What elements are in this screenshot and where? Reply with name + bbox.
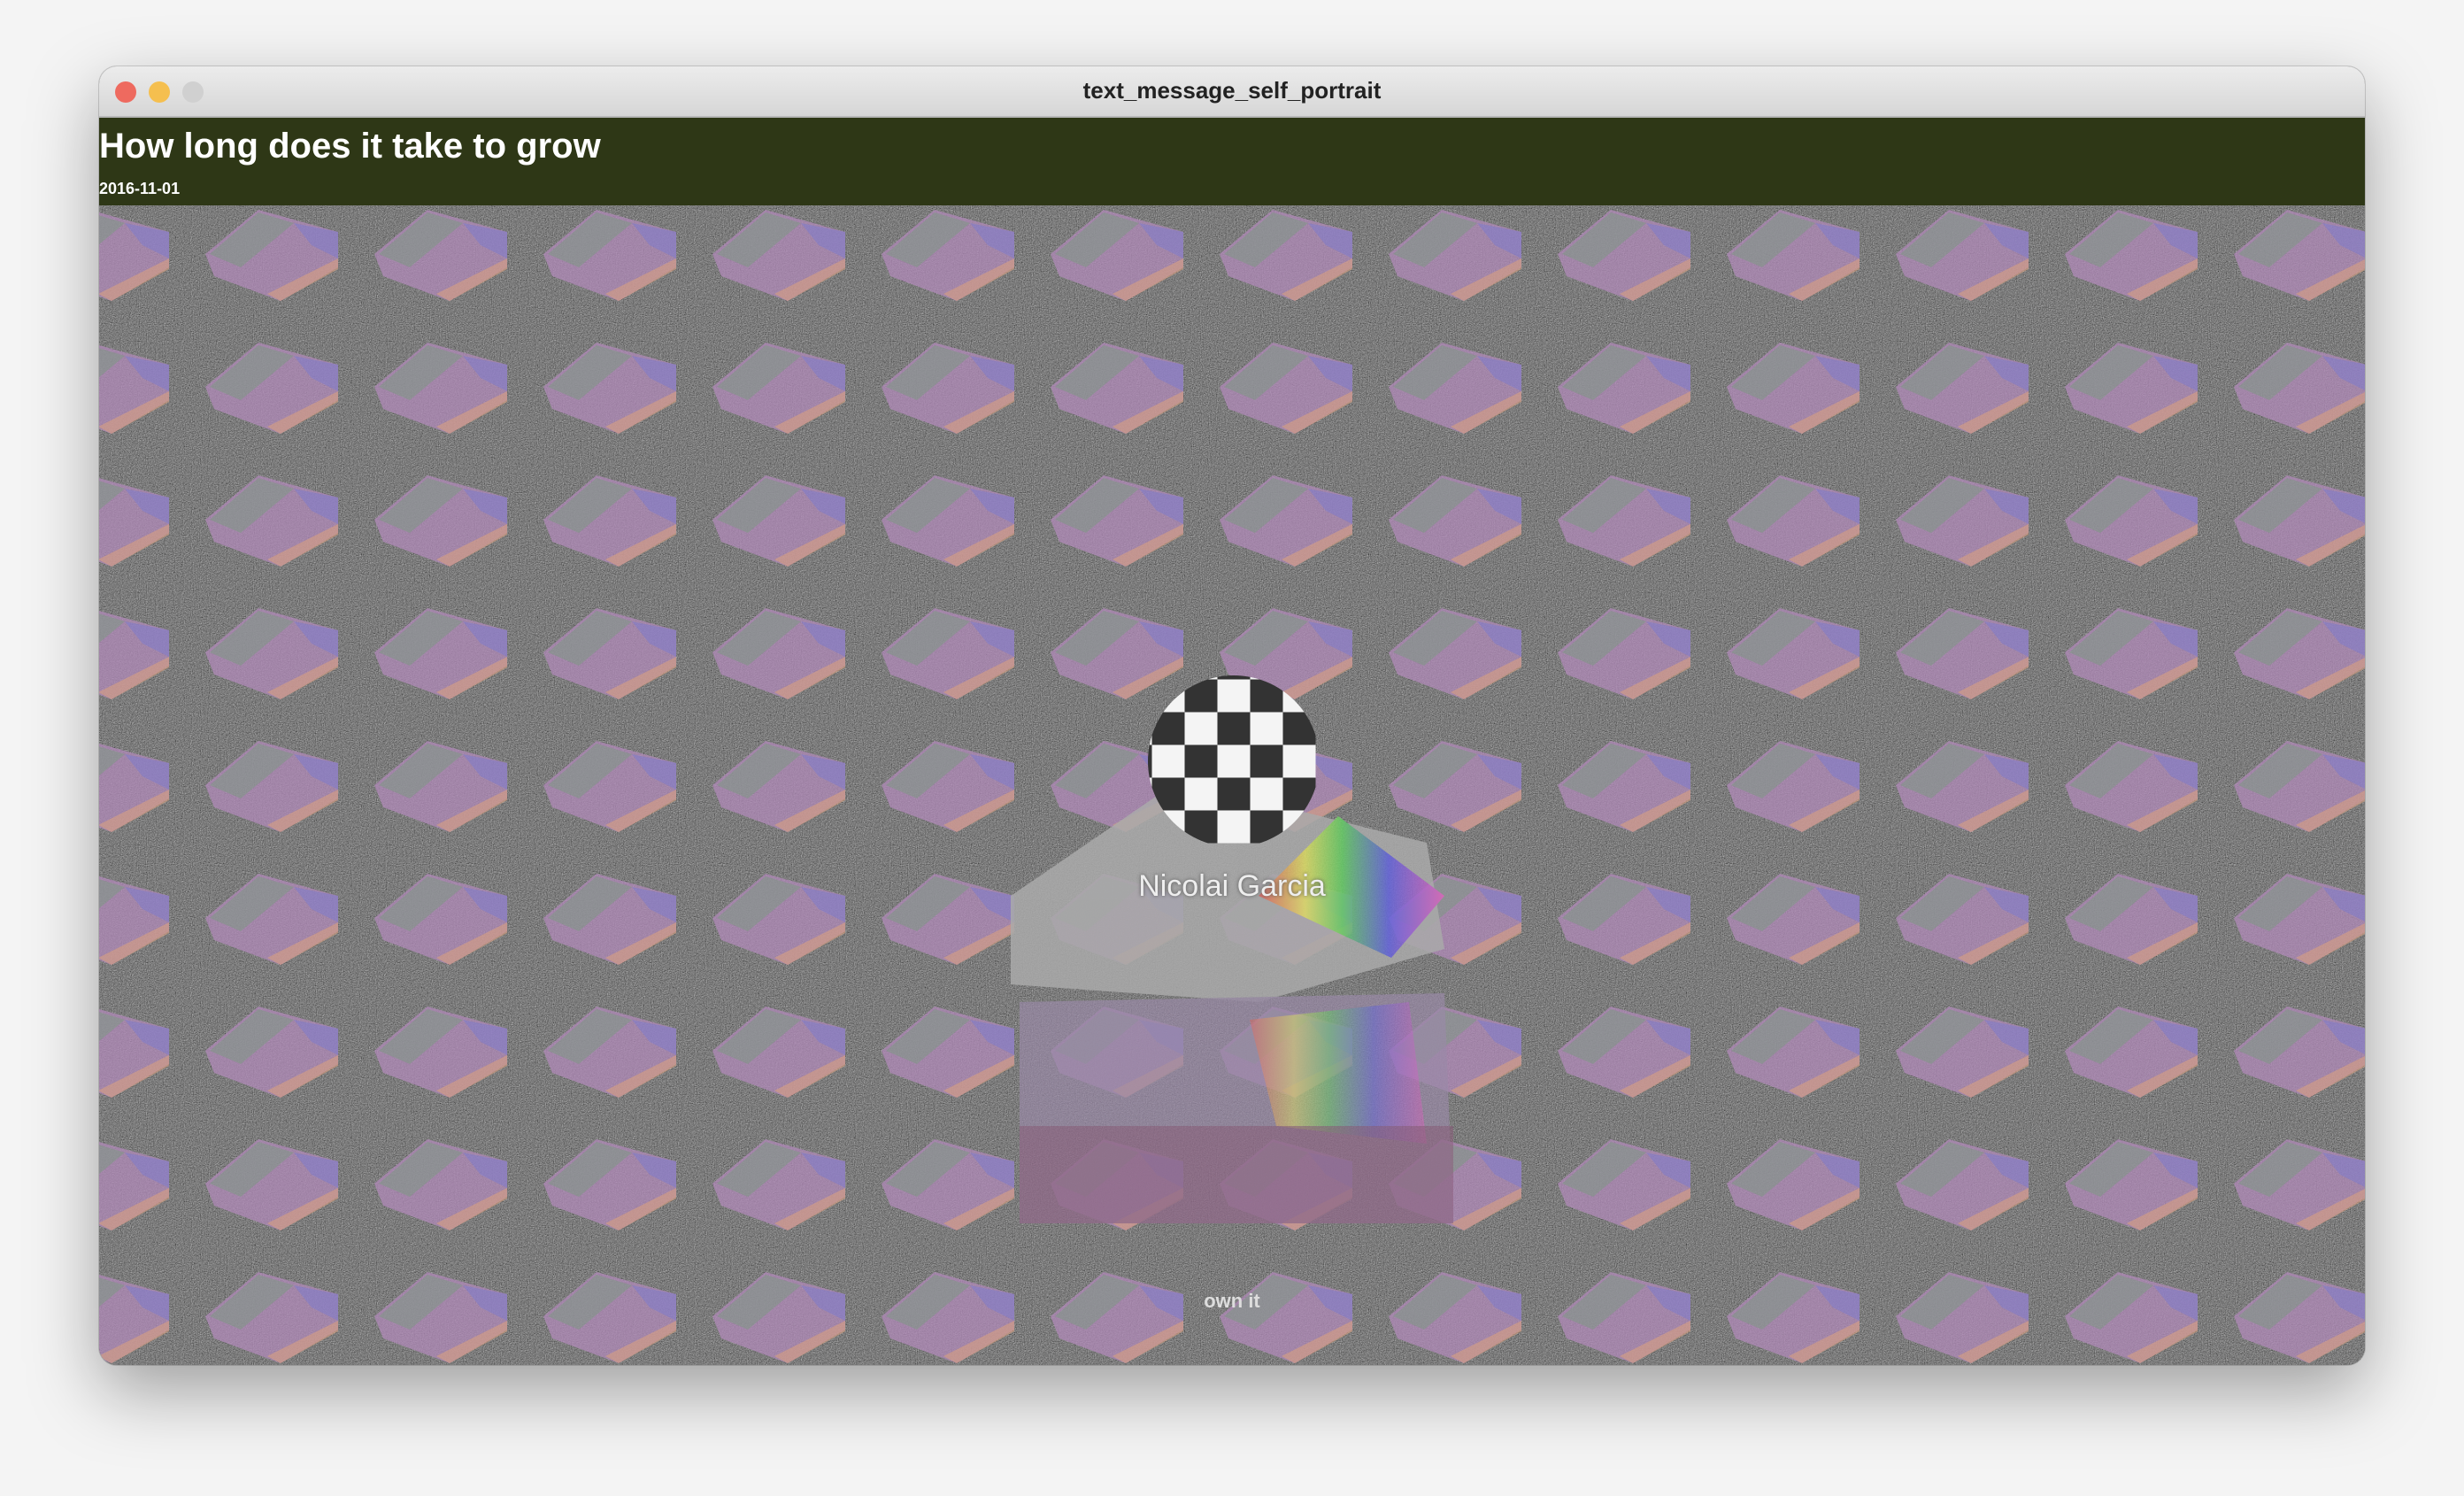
checker-square <box>1250 744 1283 778</box>
checker-square <box>1217 777 1251 811</box>
checker-square <box>1282 675 1316 680</box>
checker-square <box>1217 744 1251 778</box>
page-header: How long does it take to grow 2016-11-01 <box>99 118 2365 205</box>
checker-square <box>1282 679 1316 713</box>
checker-square <box>1148 744 1152 778</box>
checker-square <box>1184 679 1218 713</box>
checker-square <box>1217 810 1251 844</box>
keyboard-image <box>1011 781 1453 1223</box>
checker-square <box>1184 744 1218 778</box>
checker-square <box>1217 712 1251 745</box>
checker-square <box>1148 675 1152 680</box>
app-window: text_message_self_portrait How long does… <box>99 66 2365 1365</box>
checker-square <box>1250 712 1283 745</box>
page-title: How long does it take to grow <box>99 127 601 166</box>
checker-square <box>1184 777 1218 811</box>
checker-square <box>1151 744 1185 778</box>
page-date: 2016-11-01 <box>99 180 181 197</box>
checker-square <box>1250 675 1283 680</box>
checker-square <box>1217 679 1251 713</box>
checker-square <box>1250 777 1283 811</box>
checker-square <box>1250 679 1283 713</box>
checker-square <box>1282 777 1316 811</box>
checker-square <box>1148 679 1152 713</box>
title-bar: text_message_self_portrait <box>99 66 2365 118</box>
artwork-canvas: Nicolai Garcia own it <box>99 205 2365 1365</box>
checker-square <box>1282 712 1316 745</box>
checker-square <box>1282 744 1316 778</box>
checker-square <box>1148 712 1152 745</box>
window-title: text_message_self_portrait <box>1082 77 1382 104</box>
checker-square <box>1151 712 1185 745</box>
caption: own it <box>1204 1290 1260 1312</box>
checker-square <box>1184 712 1218 745</box>
checker-square <box>1184 675 1218 680</box>
checker-square <box>1151 675 1185 680</box>
checker-square <box>1217 675 1251 680</box>
center-artwork <box>1011 675 1453 1223</box>
artist-name: Nicolai Garcia <box>1138 869 1326 903</box>
checker-square <box>1151 679 1185 713</box>
